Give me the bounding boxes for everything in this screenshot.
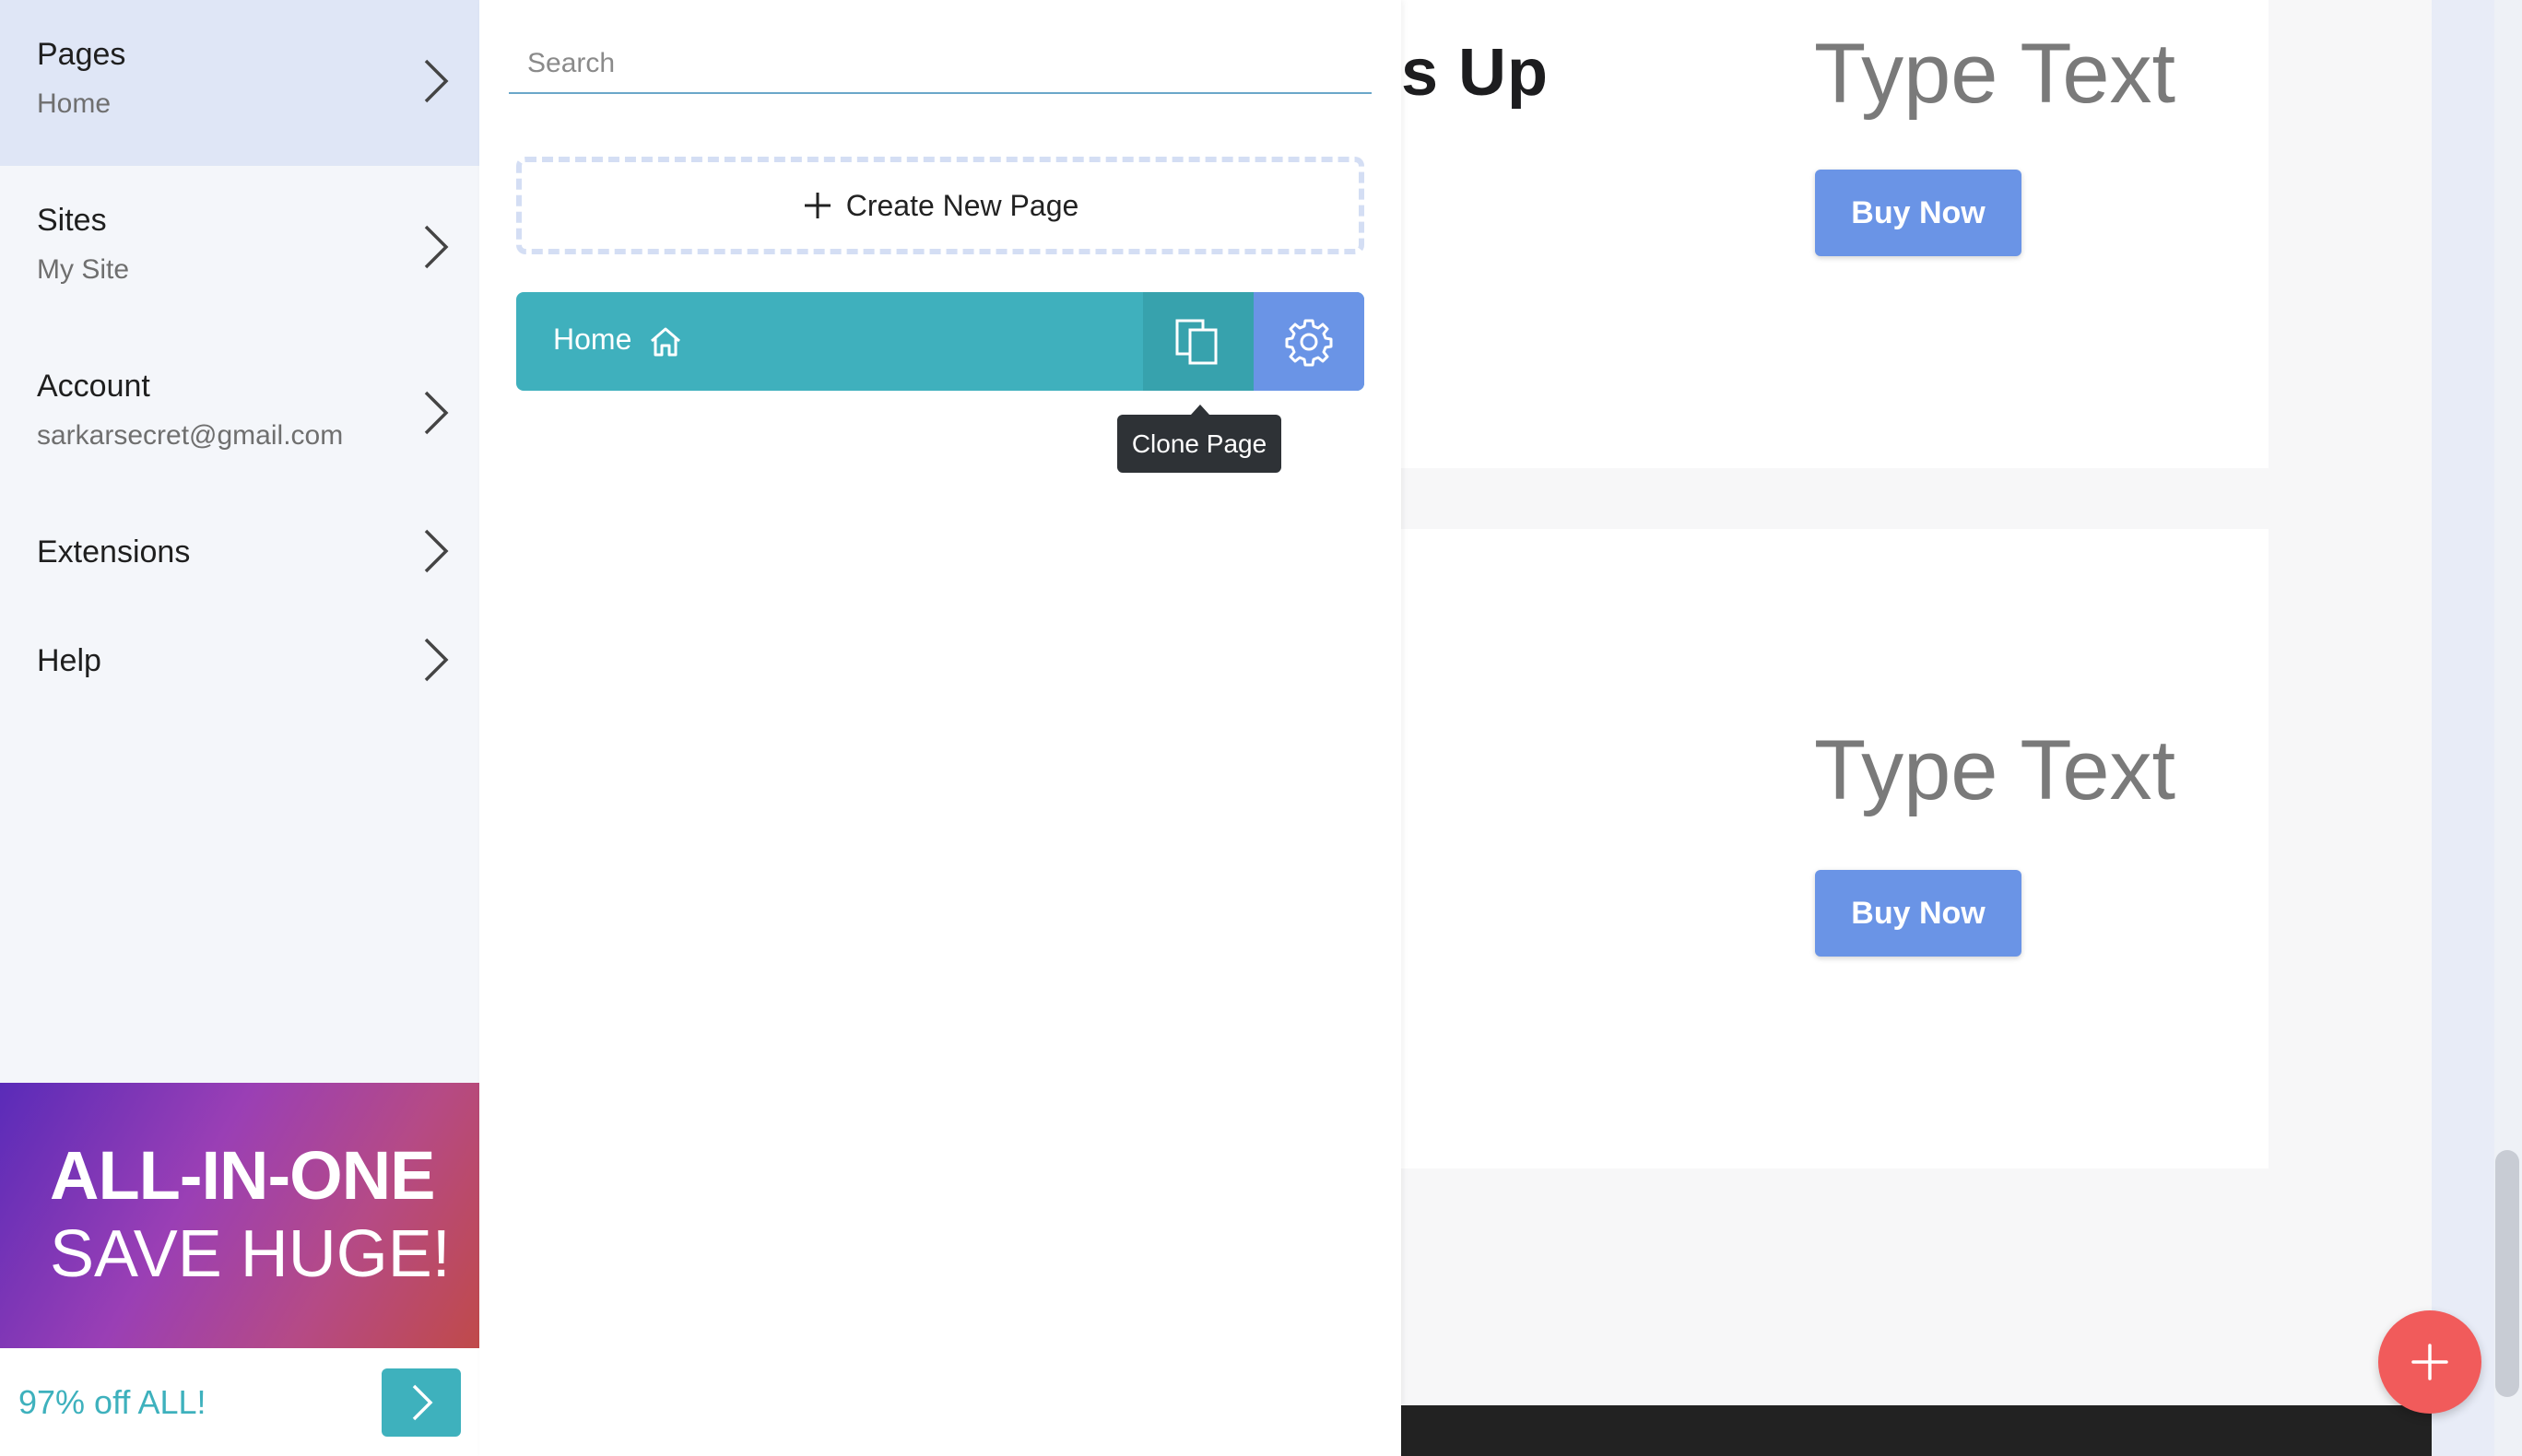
nav-item-subtitle: Home	[37, 88, 112, 119]
content-card-bottom: Type Text Buy Now	[1401, 529, 2269, 1168]
clone-page-button[interactable]	[1143, 292, 1254, 391]
nav-item-pages[interactable]: Pages Home	[0, 0, 479, 166]
nav-item-help[interactable]: Help	[0, 627, 479, 719]
chevron-right-icon	[424, 225, 449, 269]
plus-icon	[2411, 1344, 2448, 1380]
nav-item-title: Account	[37, 369, 150, 404]
gear-icon	[1285, 319, 1333, 366]
type-text[interactable]: Type Text	[1814, 722, 2175, 819]
create-new-page-button[interactable]: Create New Page	[516, 157, 1364, 254]
nav-item-account[interactable]: Account sarkarsecret@gmail.com	[0, 332, 479, 498]
right-panel-strip	[2432, 0, 2494, 1456]
page-name: Home	[553, 323, 632, 356]
buy-now-button[interactable]: Buy Now	[1815, 870, 2021, 957]
home-icon	[651, 327, 680, 357]
chevron-right-icon	[424, 529, 449, 573]
add-element-button[interactable]	[2378, 1310, 2481, 1414]
account-email: sarkarsecret@gmail.com	[37, 420, 344, 451]
promo-go-button[interactable]	[382, 1368, 461, 1437]
chevron-right-icon	[424, 638, 449, 682]
page-settings-button[interactable]	[1254, 292, 1364, 391]
clone-icon	[1175, 319, 1218, 364]
nav-item-subtitle: My Site	[37, 254, 130, 285]
nav-item-title: Pages	[37, 37, 126, 72]
content-card-top: s Up Type Text Buy Now	[1401, 0, 2269, 468]
buy-now-button[interactable]: Buy Now	[1815, 170, 2021, 256]
nav-item-extensions[interactable]: Extensions	[0, 516, 479, 608]
nav-item-title: Sites	[37, 203, 107, 238]
left-navigation: Pages Home Sites My Site Account sarkars…	[0, 0, 479, 1456]
promo-banner[interactable]: ALL-IN-ONE SAVE HUGE!	[0, 1083, 479, 1348]
section-heading: s Up	[1401, 36, 1550, 110]
page-row-home[interactable]: Home	[516, 292, 1364, 391]
plus-icon	[804, 193, 831, 218]
nav-item-title: Extensions	[37, 534, 191, 569]
type-text[interactable]: Type Text	[1814, 26, 2175, 123]
promo-subheadline: SAVE HUGE!	[50, 1217, 451, 1291]
pages-panel: Create New Page Home Clone Page	[479, 0, 1401, 1456]
promo-headline: ALL-IN-ONE	[50, 1137, 435, 1214]
promo-offer: 97% off ALL!	[18, 1383, 206, 1421]
promo-footer: 97% off ALL!	[0, 1348, 479, 1456]
scrollbar-thumb[interactable]	[2495, 1150, 2519, 1397]
create-new-page-label: Create New Page	[845, 188, 1079, 222]
site-canvas: s Up Type Text Buy Now Type Text Buy Now	[1401, 0, 2430, 1456]
chevron-right-icon	[424, 391, 449, 435]
nav-item-title: Help	[37, 643, 101, 678]
nav-item-sites[interactable]: Sites My Site	[0, 166, 479, 332]
page-footer	[1401, 1405, 2432, 1456]
chevron-right-icon	[412, 1384, 433, 1421]
chevron-right-icon	[424, 59, 449, 103]
clone-page-tooltip: Clone Page	[1117, 405, 1281, 473]
search-input[interactable]	[509, 35, 1372, 94]
